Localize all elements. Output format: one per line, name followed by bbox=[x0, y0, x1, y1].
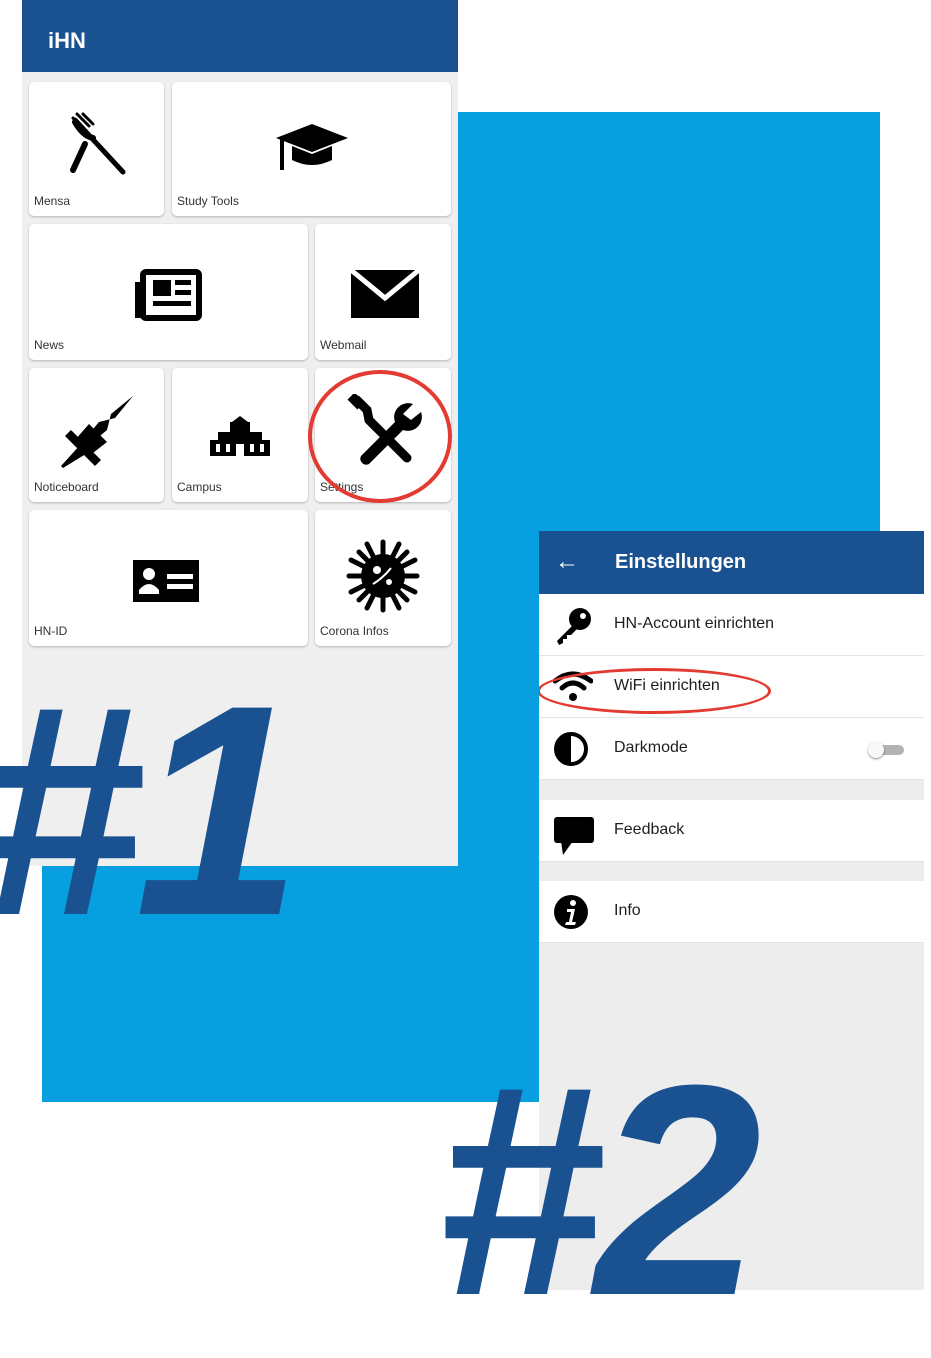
settings-item-wifi[interactable]: WiFi einrichten bbox=[539, 656, 924, 718]
tile-label: Study Tools bbox=[177, 194, 239, 208]
arrow-left-icon[interactable]: ← bbox=[555, 547, 579, 577]
tile-study-tools[interactable]: Study Tools bbox=[172, 82, 451, 216]
toggle-knob bbox=[868, 742, 884, 758]
wifi-icon bbox=[553, 671, 593, 701]
envelope-icon bbox=[349, 268, 421, 318]
settings-item-label: HN-Account einrichten bbox=[614, 615, 775, 632]
tile-label: Noticeboard bbox=[34, 480, 99, 494]
settings-item-label: Darkmode bbox=[614, 739, 688, 756]
wrench-screwdriver-icon bbox=[347, 394, 422, 465]
tile-webmail[interactable]: Webmail bbox=[315, 224, 451, 360]
tile-settings[interactable]: Settings bbox=[315, 368, 451, 502]
contrast-icon bbox=[554, 732, 588, 766]
settings-item-label: Info bbox=[614, 902, 641, 919]
building-icon bbox=[210, 416, 270, 456]
settings-item-label: WiFi einrichten bbox=[614, 677, 720, 694]
settings-item-info[interactable]: Info bbox=[539, 881, 924, 943]
settings-app-bar: ← Einstellungen bbox=[539, 531, 924, 594]
tile-campus[interactable]: Campus bbox=[172, 368, 308, 502]
darkmode-toggle[interactable] bbox=[868, 742, 908, 758]
tile-label: News bbox=[34, 338, 65, 352]
tile-label: Settings bbox=[320, 480, 364, 494]
settings-item-label: Feedback bbox=[614, 821, 685, 838]
settings-item-hn-account[interactable]: HN-Account einrichten bbox=[539, 594, 924, 656]
app-title: iHN bbox=[48, 28, 86, 53]
tile-noticeboard[interactable]: Noticeboard bbox=[29, 368, 164, 502]
settings-item-darkmode[interactable]: Darkmode bbox=[539, 718, 924, 780]
tile-news[interactable]: News bbox=[29, 224, 308, 360]
id-card-icon bbox=[133, 560, 199, 602]
tile-label: Webmail bbox=[320, 338, 367, 352]
tile-label: Campus bbox=[177, 480, 222, 494]
settings-title: Einstellungen bbox=[615, 551, 747, 573]
virus-icon bbox=[346, 539, 420, 613]
cutlery-icon bbox=[70, 112, 126, 175]
speech-bubble-icon bbox=[554, 817, 594, 855]
tile-label: HN-ID bbox=[34, 624, 68, 638]
tile-mensa[interactable]: Mensa bbox=[29, 82, 164, 216]
step-number-2: #2 bbox=[436, 1022, 762, 1358]
tile-corona-infos[interactable]: Corona Infos bbox=[315, 510, 451, 646]
tile-label: Mensa bbox=[34, 194, 71, 208]
settings-item-feedback[interactable]: Feedback bbox=[539, 800, 924, 862]
step-number-1: #1 bbox=[0, 642, 302, 978]
key-icon bbox=[557, 608, 591, 645]
tile-label: Corona Infos bbox=[320, 624, 389, 638]
graduation-cap-icon bbox=[276, 124, 348, 170]
newspaper-icon bbox=[135, 269, 202, 321]
pushpin-icon bbox=[61, 396, 133, 468]
info-icon bbox=[554, 895, 588, 929]
tile-hn-id[interactable]: HN-ID bbox=[29, 510, 308, 646]
app-bar: iHN bbox=[22, 0, 458, 72]
